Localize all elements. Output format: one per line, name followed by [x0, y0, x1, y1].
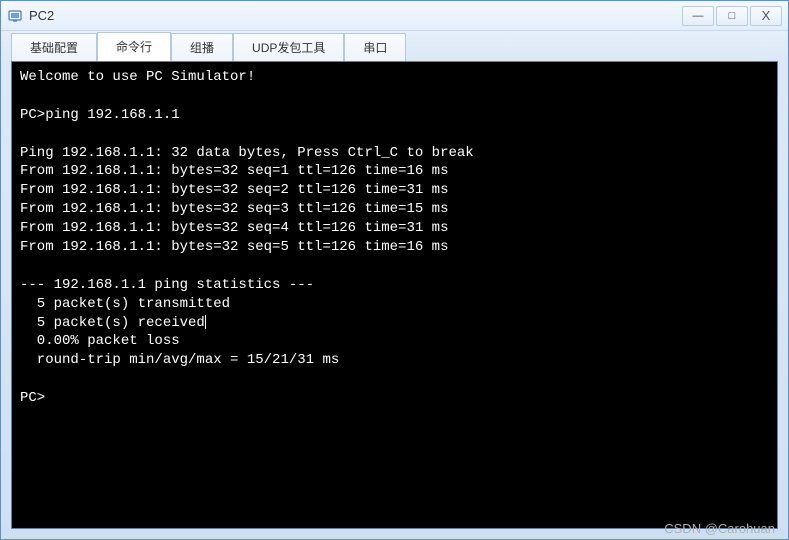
minimize-button[interactable]: —: [682, 6, 714, 26]
tab-basic-config[interactable]: 基础配置: [11, 33, 97, 61]
tab-multicast[interactable]: 组播: [171, 33, 233, 61]
tab-udp-packet[interactable]: UDP发包工具: [233, 33, 344, 61]
titlebar[interactable]: PC2 — □ X: [1, 1, 788, 31]
tab-serial[interactable]: 串口: [344, 33, 406, 61]
terminal-output[interactable]: Welcome to use PC Simulator! PC>ping 192…: [11, 61, 778, 529]
tabbar: 基础配置 命令行 组播 UDP发包工具 串口: [1, 31, 788, 61]
window-frame: PC2 — □ X 基础配置 命令行 组播 UDP发包工具 串口 Welcome…: [0, 0, 789, 540]
window-controls: — □ X: [680, 6, 782, 26]
app-icon: [7, 8, 23, 24]
tab-command-line[interactable]: 命令行: [97, 32, 171, 61]
close-button[interactable]: X: [750, 6, 782, 26]
maximize-button[interactable]: □: [716, 6, 748, 26]
window-title: PC2: [29, 8, 680, 23]
terminal-container: Welcome to use PC Simulator! PC>ping 192…: [1, 61, 788, 539]
